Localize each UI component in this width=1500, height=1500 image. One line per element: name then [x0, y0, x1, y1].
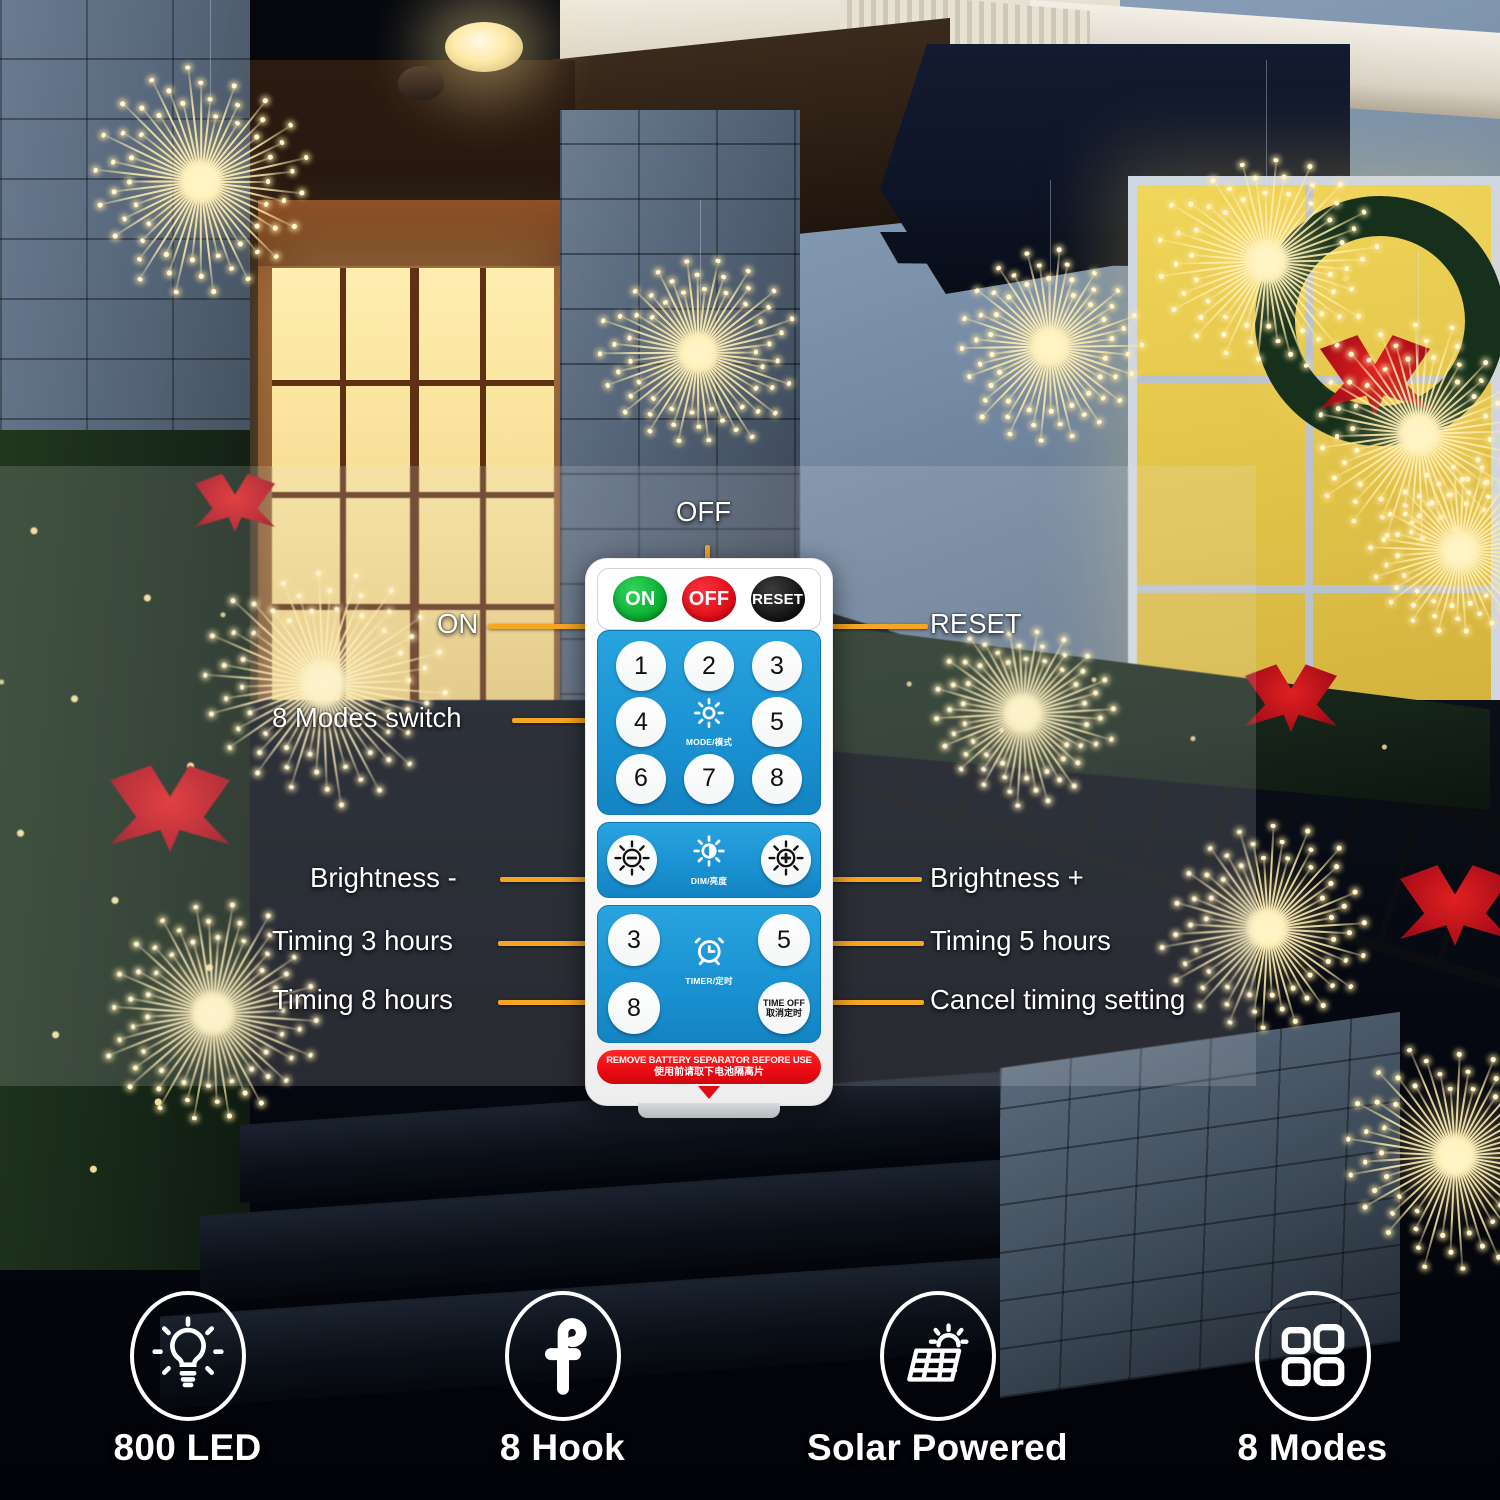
time-off-button[interactable]: TIME OFF 取消定时 — [758, 982, 810, 1034]
feature-8-modes: 8 Modes — [1125, 1291, 1500, 1469]
alarm-clock-icon — [691, 932, 727, 973]
timer-pad: 3 5 8 TIME OFF 取消定时 TIMER/定时 — [597, 905, 821, 1043]
mode-button-1[interactable]: 1 — [616, 641, 666, 692]
product-infographic: OFF ON RESET 8 Modes switch Brightness -… — [0, 0, 1500, 1500]
brightness-down-button[interactable] — [607, 835, 657, 885]
timer-8h-button[interactable]: 8 — [608, 982, 660, 1034]
lightbulb-icon — [129, 1291, 246, 1421]
mode-button-2[interactable]: 2 — [684, 641, 734, 692]
leader-line-reset — [828, 624, 928, 629]
door-transom — [258, 200, 568, 266]
leader-line-brightness-minus — [500, 877, 594, 882]
leader-line-brightness-plus — [828, 877, 922, 882]
callout-off: OFF — [676, 496, 731, 527]
four-squares-icon — [1254, 1291, 1371, 1421]
battery-warning-banner: REMOVE BATTERY SEPARATOR BEFORE USE 使用前请… — [597, 1050, 821, 1084]
leader-line-timing-3 — [498, 941, 594, 946]
time-off-label-zh: 取消定时 — [765, 1008, 802, 1018]
callout-brightness-plus: Brightness + — [930, 862, 1084, 893]
leader-line-modes — [512, 718, 594, 723]
feature-solar-powered: Solar Powered — [750, 1291, 1125, 1469]
timer-3h-button[interactable]: 3 — [608, 914, 660, 966]
mode-label: MODE/模式 — [685, 737, 733, 748]
brightness-up-icon — [767, 839, 805, 882]
brightness-icon — [692, 834, 726, 873]
leader-line-on — [488, 624, 593, 629]
time-off-label-en: TIME OFF — [763, 997, 805, 1008]
pull-direction-arrow — [698, 1086, 720, 1099]
leader-line-timing-5 — [828, 941, 924, 946]
power-off-button[interactable]: OFF — [681, 576, 736, 622]
timer-5h-button[interactable]: 5 — [758, 914, 810, 966]
mode-keypad: 1 2 3 4 MODE/模式 5 6 7 8 — [597, 630, 821, 815]
timer-indicator: TIMER/定时 — [685, 932, 733, 987]
dim-label: DIM/亮度 — [690, 875, 728, 886]
brightness-down-icon — [613, 839, 651, 882]
hook-icon — [504, 1291, 621, 1421]
feature-label: Solar Powered — [807, 1427, 1068, 1468]
mode-button-8[interactable]: 8 — [752, 753, 802, 804]
brightness-row: DIM/亮度 — [597, 822, 821, 898]
mode-button-4[interactable]: 4 — [616, 697, 666, 748]
timer-label: TIMER/定时 — [685, 976, 733, 986]
callout-timing-8: Timing 8 hours — [272, 984, 453, 1015]
gear-icon — [692, 696, 726, 735]
leader-line-cancel-timing — [828, 1000, 924, 1005]
battery-warning-en: REMOVE BATTERY SEPARATOR BEFORE USE — [606, 1055, 812, 1067]
reset-button[interactable]: RESET — [750, 576, 805, 622]
feature-strip: 800 LED 8 Hook Solar Powered 8 Modes — [0, 1260, 1500, 1500]
remote-control: ON OFF RESET 1 2 3 4 MODE/模式 5 6 7 8 DIM… — [585, 558, 833, 1118]
callout-on: ON — [437, 608, 479, 639]
power-row: ON OFF RESET — [597, 568, 821, 630]
callout-timing-5: Timing 5 hours — [930, 925, 1111, 956]
leader-line-timing-8 — [498, 1000, 594, 1005]
feature-label: 8 Hook — [499, 1427, 626, 1468]
recessed-light — [445, 22, 523, 72]
feature-8-hook: 8 Hook — [375, 1291, 750, 1469]
power-on-button[interactable]: ON — [613, 576, 668, 622]
callout-brightness-minus: Brightness - — [310, 862, 457, 893]
feature-800-led: 800 LED — [0, 1291, 375, 1469]
callout-cancel-timing: Cancel timing setting — [930, 984, 1186, 1015]
solar-panel-icon — [879, 1291, 996, 1421]
brightness-up-button[interactable] — [761, 835, 811, 885]
feature-label: 8 Modes — [1237, 1427, 1388, 1468]
security-camera — [398, 66, 444, 100]
mode-indicator: MODE/模式 — [686, 696, 732, 748]
feature-label: 800 LED — [113, 1427, 262, 1468]
door-mullion — [272, 380, 554, 386]
mode-button-5[interactable]: 5 — [752, 697, 802, 748]
battery-drawer — [638, 1103, 780, 1118]
mode-button-6[interactable]: 6 — [616, 753, 666, 804]
battery-warning-zh: 使用前请取下电池隔离片 — [654, 1066, 764, 1078]
mode-button-3[interactable]: 3 — [752, 641, 802, 692]
callout-timing-3: Timing 3 hours — [272, 925, 453, 956]
callout-modes-switch: 8 Modes switch — [272, 702, 462, 733]
mode-button-7[interactable]: 7 — [684, 753, 734, 804]
callout-reset: RESET — [930, 608, 1022, 639]
brightness-indicator: DIM/亮度 — [691, 834, 727, 887]
